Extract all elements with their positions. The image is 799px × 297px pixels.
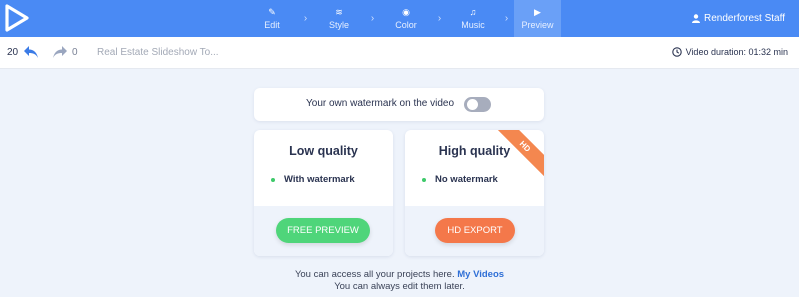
high-quality-card: HD High quality No watermark HD EXPORT [405, 130, 544, 256]
undo-icon[interactable] [23, 45, 39, 59]
renderforest-logo-icon[interactable] [4, 3, 30, 33]
free-preview-button[interactable]: FREE PREVIEW [276, 218, 370, 243]
low-quality-feature-text: With watermark [284, 174, 355, 185]
palette-icon: ◉ [402, 7, 410, 17]
high-quality-feature-text: No watermark [435, 174, 498, 185]
play-icon: ▶ [534, 7, 541, 17]
user-menu[interactable]: Renderforest Staff [692, 0, 785, 37]
clock-icon [671, 47, 682, 57]
wizard-steps: ✎ Edit › ≋ Style › ◉ Color › ♫ Music › ▶… [246, 0, 561, 37]
step-style-label: Style [328, 20, 349, 30]
step-color-label: Color [395, 20, 417, 30]
video-duration-text: Video duration: 01:32 min [685, 47, 788, 57]
layers-icon: ≋ [335, 7, 343, 17]
high-quality-title: High quality [438, 144, 511, 158]
pencil-icon: ✎ [268, 7, 276, 17]
chevron-right-icon: › [370, 13, 375, 24]
toolbar: 20 0 Real Estate Slideshow To... Video d… [0, 37, 799, 69]
chevron-right-icon: › [437, 13, 442, 24]
footer-projects-note: You can access all your projects here. M… [0, 269, 799, 280]
step-music-label: Music [461, 20, 485, 30]
chevron-right-icon: › [504, 13, 509, 24]
hd-export-button[interactable]: HD EXPORT [435, 218, 515, 243]
footer-edit-note: You can always edit them later. [334, 281, 465, 292]
redo-icon[interactable] [52, 45, 68, 59]
video-duration: Video duration: 01:32 min [671, 47, 788, 57]
redo-count: 0 [72, 47, 78, 58]
watermark-label: Your own watermark on the video [306, 98, 455, 109]
bullet-dot-icon [271, 177, 275, 182]
user-icon [692, 14, 701, 23]
step-preview[interactable]: ▶ Preview [514, 0, 561, 37]
watermark-toggle[interactable] [464, 97, 491, 112]
undo-count: 20 [7, 47, 19, 58]
step-edit[interactable]: ✎ Edit [246, 0, 298, 37]
top-nav-bar: ✎ Edit › ≋ Style › ◉ Color › ♫ Music › ▶… [0, 0, 799, 37]
music-icon: ♫ [469, 7, 477, 17]
step-edit-label: Edit [264, 20, 280, 30]
my-videos-link[interactable]: My Videos [457, 269, 504, 280]
high-quality-footer: HD EXPORT [405, 206, 544, 256]
bullet-dot-icon [422, 177, 426, 182]
project-name-field[interactable]: Real Estate Slideshow To... [97, 47, 219, 58]
high-quality-feature: No watermark [422, 174, 498, 185]
footer-projects-text: You can access all your projects here. [294, 269, 455, 280]
low-quality-feature: With watermark [271, 174, 355, 185]
user-name: Renderforest Staff [704, 13, 785, 24]
low-quality-title: Low quality [289, 144, 358, 158]
low-quality-card: Low quality With watermark FREE PREVIEW [254, 130, 393, 256]
chevron-right-icon: › [303, 13, 308, 24]
step-color[interactable]: ◉ Color [380, 0, 432, 37]
toggle-knob [467, 99, 478, 110]
low-quality-footer: FREE PREVIEW [254, 206, 393, 256]
step-preview-label: Preview [521, 20, 554, 30]
watermark-card: Your own watermark on the video [254, 88, 544, 121]
step-style[interactable]: ≋ Style [313, 0, 365, 37]
step-music[interactable]: ♫ Music [447, 0, 499, 37]
